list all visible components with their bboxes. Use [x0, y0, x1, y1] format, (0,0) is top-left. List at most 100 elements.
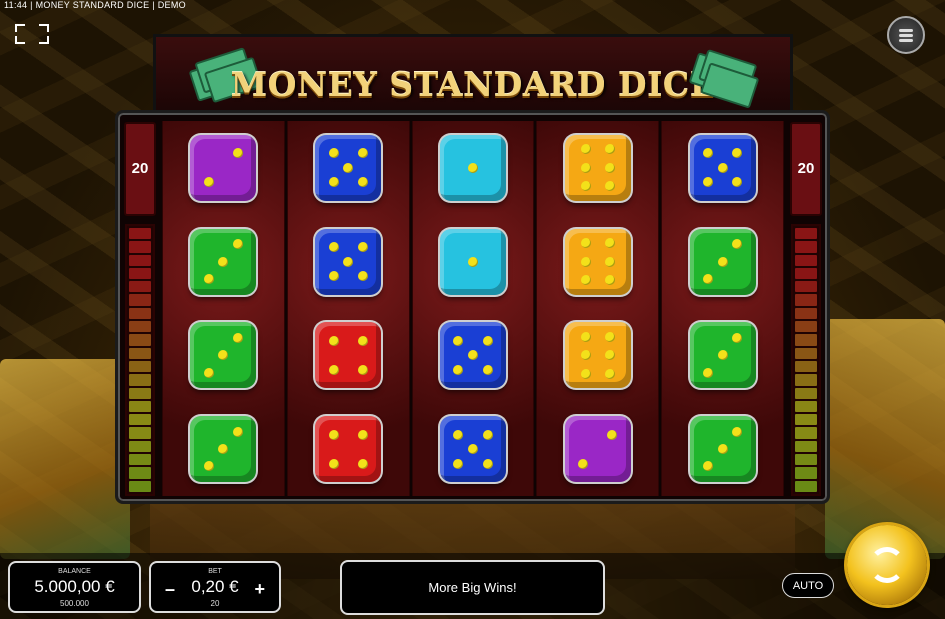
pip: [703, 461, 714, 472]
pip: [218, 256, 229, 267]
dice-orange-6: [564, 134, 631, 201]
game-logo: MONEY STANDARD DICE: [153, 34, 793, 118]
pip: [482, 429, 493, 440]
pip: [203, 177, 214, 188]
pip: [717, 162, 728, 173]
pip: [604, 275, 615, 286]
autoplay-button[interactable]: AUTO: [782, 573, 834, 598]
pip: [604, 162, 615, 173]
pip: [604, 256, 615, 267]
pip: [607, 429, 618, 440]
lines-counter-left: 20: [124, 122, 156, 216]
pip: [328, 429, 339, 440]
balance-value: 5.000,00 €: [34, 577, 115, 596]
pip: [732, 333, 743, 344]
dice-green-3: [689, 228, 756, 295]
dice-blue-5: [315, 228, 382, 295]
dice-green-3: [689, 322, 756, 389]
bet-panel: – BET 0,20 € 20 +: [149, 561, 281, 613]
reel-4: [536, 121, 660, 496]
fullscreen-icon[interactable]: [15, 24, 49, 44]
pip: [328, 177, 339, 188]
gold-bars-right: [825, 319, 945, 559]
pip: [703, 177, 714, 188]
pip: [580, 256, 591, 267]
dice-green-3: [190, 416, 257, 483]
meter-left: [125, 224, 155, 496]
reel-5: [661, 121, 784, 496]
pip: [482, 335, 493, 346]
pip: [580, 162, 591, 173]
pip: [232, 239, 243, 250]
pip: [482, 458, 493, 469]
dice-green-3: [689, 416, 756, 483]
pip: [357, 429, 368, 440]
pip: [580, 238, 591, 249]
pip: [203, 461, 214, 472]
pip: [357, 335, 368, 346]
hamburger-icon: [899, 29, 913, 32]
pip: [453, 364, 464, 375]
pip: [467, 162, 478, 173]
pip: [453, 335, 464, 346]
window-title: 11:44 | MONEY STANDARD DICE | DEMO: [4, 0, 186, 10]
spin-arrows-icon: [869, 547, 905, 583]
message-box: More Big Wins!: [340, 560, 605, 615]
pip: [343, 162, 354, 173]
dice-blue-5: [439, 416, 506, 483]
pip: [732, 239, 743, 250]
reel-grid: [162, 121, 784, 496]
pip: [357, 148, 368, 159]
pip: [467, 256, 478, 267]
pip: [453, 458, 464, 469]
pip: [328, 242, 339, 253]
pip: [717, 256, 728, 267]
dice-cyan-1: [439, 228, 506, 295]
pip: [580, 144, 591, 155]
pip: [357, 364, 368, 375]
pip: [717, 350, 728, 361]
pip: [328, 335, 339, 346]
pip: [580, 275, 591, 286]
menu-button[interactable]: [887, 16, 925, 54]
pip: [357, 458, 368, 469]
pip: [703, 148, 714, 159]
dice-green-3: [190, 322, 257, 389]
dice-orange-6: [564, 322, 631, 389]
dice-blue-5: [689, 134, 756, 201]
pip: [717, 444, 728, 455]
bet-decrease-button[interactable]: –: [165, 579, 175, 600]
pip: [357, 177, 368, 188]
pip: [453, 429, 464, 440]
meter-right: [791, 224, 821, 496]
spin-button[interactable]: [847, 525, 927, 605]
balance-panel: BALANCE 5.000,00 € 500.000: [8, 561, 141, 613]
lines-counter-right: 20: [790, 122, 822, 216]
pip: [232, 333, 243, 344]
dice-purple-2: [190, 134, 257, 201]
pip: [604, 181, 615, 192]
pip: [578, 458, 589, 469]
pip: [580, 181, 591, 192]
pip: [604, 331, 615, 342]
pip: [580, 331, 591, 342]
dice-purple-2: [564, 416, 631, 483]
pip: [580, 368, 591, 379]
bet-sub: 20: [210, 599, 220, 608]
dice-blue-5: [315, 134, 382, 201]
pip: [580, 350, 591, 361]
pip: [328, 364, 339, 375]
dice-green-3: [190, 228, 257, 295]
pip: [203, 367, 214, 378]
bet-increase-button[interactable]: +: [254, 579, 265, 600]
pip: [357, 271, 368, 282]
dice-red-4: [315, 322, 382, 389]
pip: [604, 144, 615, 155]
pip: [218, 350, 229, 361]
pip: [604, 368, 615, 379]
pip: [357, 242, 368, 253]
dice-orange-6: [564, 228, 631, 295]
pip: [328, 148, 339, 159]
pip: [703, 367, 714, 378]
balance-label: BALANCE: [58, 568, 91, 575]
